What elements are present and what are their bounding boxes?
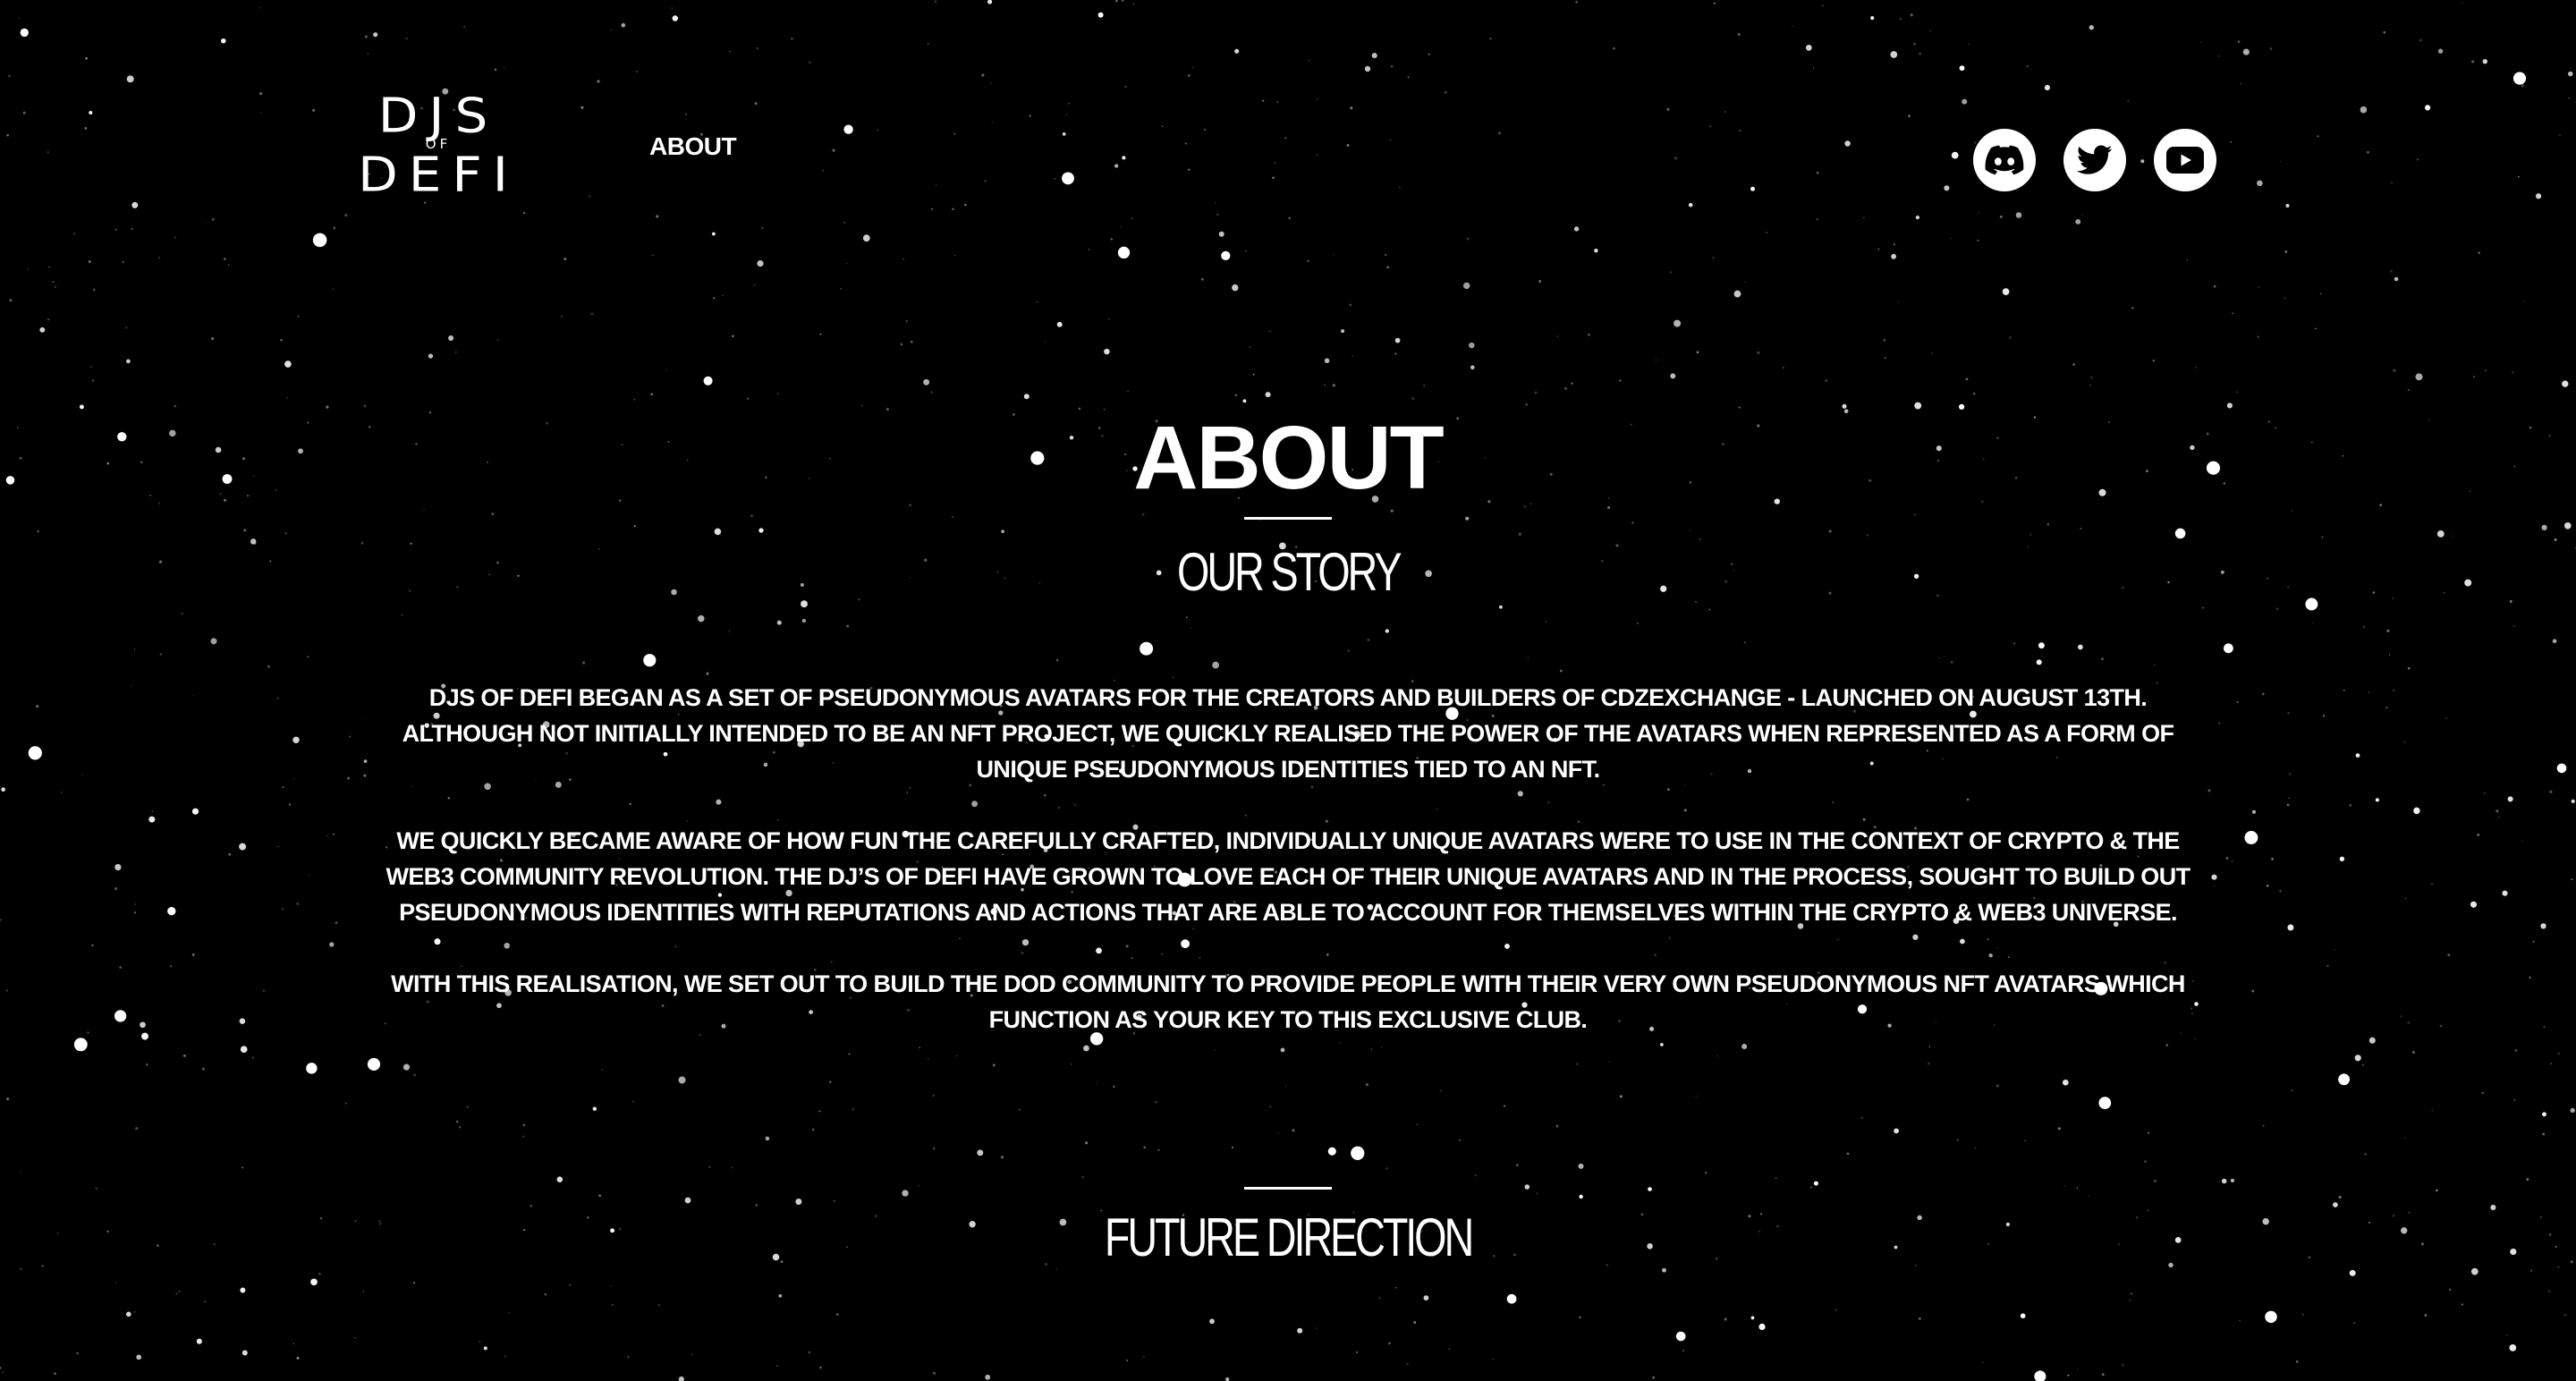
youtube-link[interactable] bbox=[2154, 129, 2216, 191]
future-direction-heading-text: FUTURE DIRECTION bbox=[1104, 1207, 1474, 1267]
page-title: ABOUT bbox=[1133, 408, 1445, 508]
page: DJS OF DEFI ABOUT ABOUT OUR STORY DJS OF… bbox=[0, 0, 2576, 1381]
our-story-heading-text: OUR STORY bbox=[1176, 542, 1402, 602]
logo-text-bottom: DEFI bbox=[358, 146, 519, 203]
story-paragraph-2: WE QUICKLY BECAME AWARE OF HOW FUN THE C… bbox=[386, 827, 2191, 926]
logo-text-top: DJS bbox=[377, 87, 499, 144]
twitter-link[interactable] bbox=[2063, 129, 2126, 191]
our-story-heading: OUR STORY bbox=[0, 544, 2576, 601]
future-direction-heading: FUTURE DIRECTION bbox=[0, 1209, 2576, 1267]
divider-future-direction bbox=[1244, 1187, 1332, 1190]
story-text: DJS OF DEFI BEGAN AS A SET OF PSEUDONYMO… bbox=[367, 680, 2209, 1073]
story-paragraph-3: WITH THIS REALISATION, WE SET OUT TO BUI… bbox=[391, 970, 2185, 1033]
story-paragraph-1: DJS OF DEFI BEGAN AS A SET OF PSEUDONYMO… bbox=[402, 684, 2174, 783]
divider-our-story bbox=[1244, 517, 1332, 520]
discord-link[interactable] bbox=[1973, 129, 2036, 191]
discord-icon bbox=[1985, 145, 2024, 175]
youtube-icon bbox=[2166, 147, 2204, 174]
twitter-icon bbox=[2077, 145, 2113, 175]
nav-link-about[interactable]: ABOUT bbox=[649, 132, 737, 161]
site-logo[interactable]: DJS OF DEFI bbox=[343, 89, 533, 200]
